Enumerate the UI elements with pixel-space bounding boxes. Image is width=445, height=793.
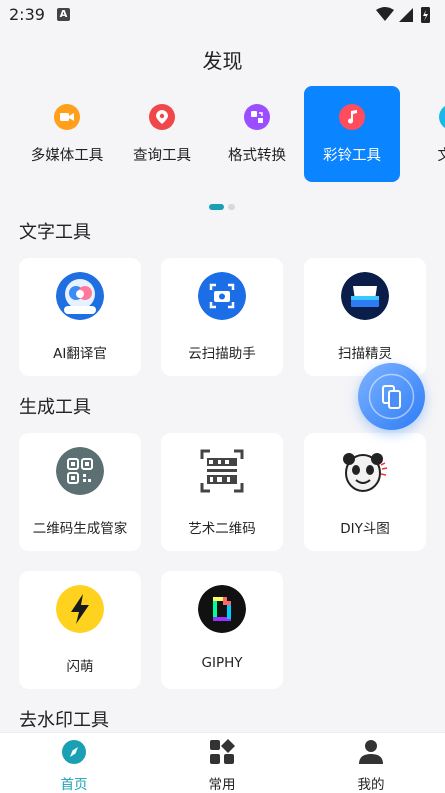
nav-label: 常用 — [208, 777, 236, 793]
phone-switch-icon — [368, 373, 415, 420]
tool-label: 闪萌 — [66, 659, 94, 675]
tool-card-shanmeng[interactable]: 闪萌 — [19, 571, 141, 689]
convert-icon — [244, 104, 270, 130]
nav-home[interactable]: 首页 — [34, 739, 114, 793]
person-icon — [359, 740, 383, 764]
tool-label: 二维码生成管家 — [32, 521, 128, 537]
category-label: 查询工具 — [133, 148, 191, 164]
panda-meme-icon — [341, 447, 389, 495]
notification-icon: A — [57, 8, 70, 21]
tool-card-cloud-scan[interactable]: 云扫描助手 — [161, 258, 283, 376]
nav-mine[interactable]: 我的 — [331, 739, 411, 793]
status-bar: 2:39 A — [0, 0, 445, 30]
tool-label: 云扫描助手 — [188, 346, 256, 362]
section-title-text-tools: 文字工具 — [19, 222, 91, 243]
status-time: 2:39 — [9, 5, 45, 24]
video-icon — [54, 104, 80, 130]
nav-frequent[interactable]: 常用 — [182, 739, 262, 793]
category-label: 格式转换 — [228, 148, 286, 164]
section-title-watermark-tools: 去水印工具 — [19, 710, 109, 731]
art-qr-icon — [198, 447, 246, 495]
category-carousel[interactable]: 多媒体工具 查询工具 格式转换 彩铃工具 文字 — [0, 86, 445, 182]
tool-label: AI翻译官 — [53, 346, 107, 362]
lightning-icon — [56, 585, 104, 633]
tool-card-art-qr[interactable]: 艺术二维码 — [161, 433, 283, 551]
category-label: 彩铃工具 — [323, 148, 381, 164]
qr-generator-icon — [56, 447, 104, 495]
category-ringtone[interactable]: 彩铃工具 — [304, 86, 400, 182]
category-label: 多媒体工具 — [30, 148, 104, 164]
tool-card-ai-translator[interactable]: AI翻译官 — [19, 258, 141, 376]
floating-switch-button[interactable] — [358, 363, 425, 430]
giphy-icon — [198, 585, 246, 633]
section-title-generate-tools: 生成工具 — [19, 397, 91, 418]
bottom-nav: 首页 常用 我的 — [0, 732, 445, 793]
scanner-icon — [341, 272, 389, 320]
tool-label: 艺术二维码 — [188, 521, 256, 537]
apps-grid-icon — [210, 739, 235, 764]
tool-card-scanner[interactable]: 扫描精灵 — [304, 258, 426, 376]
tool-label: GIPHY — [201, 655, 243, 671]
tool-card-qr-generator[interactable]: 二维码生成管家 — [19, 433, 141, 551]
ai-translator-icon — [56, 272, 104, 320]
category-multimedia[interactable]: 多媒体工具 — [19, 86, 115, 182]
location-icon — [149, 104, 175, 130]
pager-dot — [228, 204, 235, 210]
nav-label: 我的 — [357, 777, 385, 793]
compass-icon — [62, 740, 86, 764]
tool-label: 扫描精灵 — [338, 346, 392, 362]
cloud-scan-icon — [198, 272, 246, 320]
page-title: 发现 — [202, 49, 243, 73]
text-icon — [439, 104, 445, 130]
pager-dot-active — [209, 204, 224, 210]
category-format-convert[interactable]: 格式转换 — [209, 86, 305, 182]
tool-label: DIY斗图 — [340, 521, 390, 537]
category-label: 文字 — [437, 148, 445, 164]
system-status-icons — [376, 7, 430, 23]
tool-card-giphy[interactable]: GIPHY — [161, 571, 283, 689]
category-query[interactable]: 查询工具 — [114, 86, 210, 182]
nav-label: 首页 — [60, 777, 88, 793]
tool-card-diy-meme[interactable]: DIY斗图 — [304, 433, 426, 551]
category-text[interactable]: 文字 — [404, 86, 445, 182]
music-note-icon — [339, 104, 365, 130]
